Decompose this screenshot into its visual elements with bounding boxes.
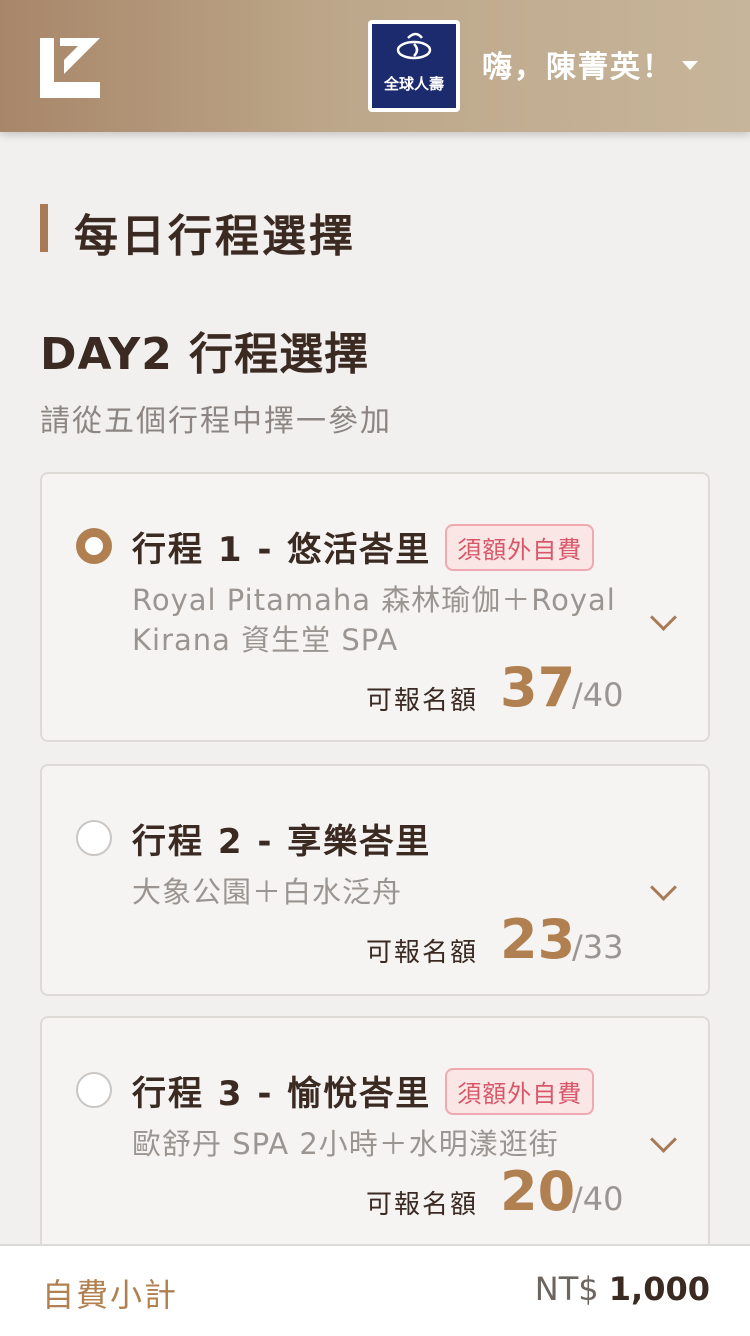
extra-fee-badge: 須額外自費 [445, 524, 595, 571]
quota-available: 23 [500, 908, 576, 971]
itinerary-card-3[interactable]: 行程 3 - 愉悅峇里 須額外自費 歐舒丹 SPA 2小時＋水明漾逛街 可報名額 … [40, 1016, 710, 1276]
itinerary-title-text: 行程 2 - 享樂峇里 [132, 822, 432, 862]
radio-icon[interactable] [76, 528, 112, 564]
subtotal-price: NT$ 1,000 [535, 1270, 710, 1308]
quota-total: /40 [572, 676, 624, 714]
subtotal-amount: 1,000 [608, 1270, 710, 1308]
quota-total: /33 [572, 928, 624, 966]
itinerary-title: 行程 1 - 悠活峇里 須額外自費 [132, 522, 595, 575]
itinerary-title-text: 行程 3 - 愉悅峇里 [132, 1074, 432, 1114]
instruction-text: 請從五個行程中擇一參加 [40, 404, 392, 439]
subtotal-label: 自費小計 [42, 1276, 179, 1314]
page-title: 每日行程選擇 [74, 211, 356, 262]
currency: NT$ [534, 1270, 599, 1308]
day-title: DAY2 行程選擇 [40, 329, 370, 380]
title-accent-bar [40, 204, 48, 252]
brand-name: 全球人壽 [383, 75, 444, 93]
quota-label: 可報名額 [366, 686, 479, 716]
brand-logo: 全球人壽 [368, 20, 460, 112]
radio-icon[interactable] [76, 820, 112, 856]
quota-available: 37 [500, 656, 576, 719]
user-greeting[interactable]: 嗨，陳菁英！ [482, 42, 674, 86]
app-logo-icon[interactable] [40, 38, 100, 98]
itinerary-card-2[interactable]: 行程 2 - 享樂峇里 大象公園＋白水泛舟 可報名額 23 /33 [40, 764, 710, 996]
itinerary-description: 大象公園＋白水泛舟 [132, 875, 403, 909]
quota-total: /40 [572, 1180, 624, 1218]
itinerary-card-1[interactable]: 行程 1 - 悠活峇里 須額外自費 Royal Pitamaha 森林瑜伽＋Roy… [40, 472, 710, 742]
itinerary-description: Royal Pitamaha 森林瑜伽＋Royal Kirana 資生堂 SPA [132, 583, 616, 657]
quota-label: 可報名額 [366, 1190, 479, 1220]
brand-emblem-icon [396, 32, 432, 60]
subtotal-footer: 自費小計 NT$ 1,000 [0, 1244, 750, 1336]
chevron-down-icon[interactable] [650, 1126, 677, 1153]
itinerary-title-text: 行程 1 - 悠活峇里 [132, 530, 432, 570]
chevron-down-icon[interactable] [650, 604, 677, 631]
itinerary-title: 行程 2 - 享樂峇里 [132, 814, 431, 863]
chevron-down-icon[interactable] [650, 874, 677, 901]
radio-icon[interactable] [76, 1072, 112, 1108]
extra-fee-badge: 須額外自費 [445, 1068, 595, 1115]
itinerary-title: 行程 3 - 愉悅峇里 須額外自費 [132, 1066, 595, 1119]
quota-label: 可報名額 [366, 938, 479, 968]
quota-available: 20 [500, 1160, 576, 1223]
app-header: 全球人壽 嗨，陳菁英！ [0, 0, 750, 132]
caret-down-icon[interactable] [682, 61, 698, 70]
itinerary-description: 歐舒丹 SPA 2小時＋水明漾逛街 [132, 1127, 559, 1161]
